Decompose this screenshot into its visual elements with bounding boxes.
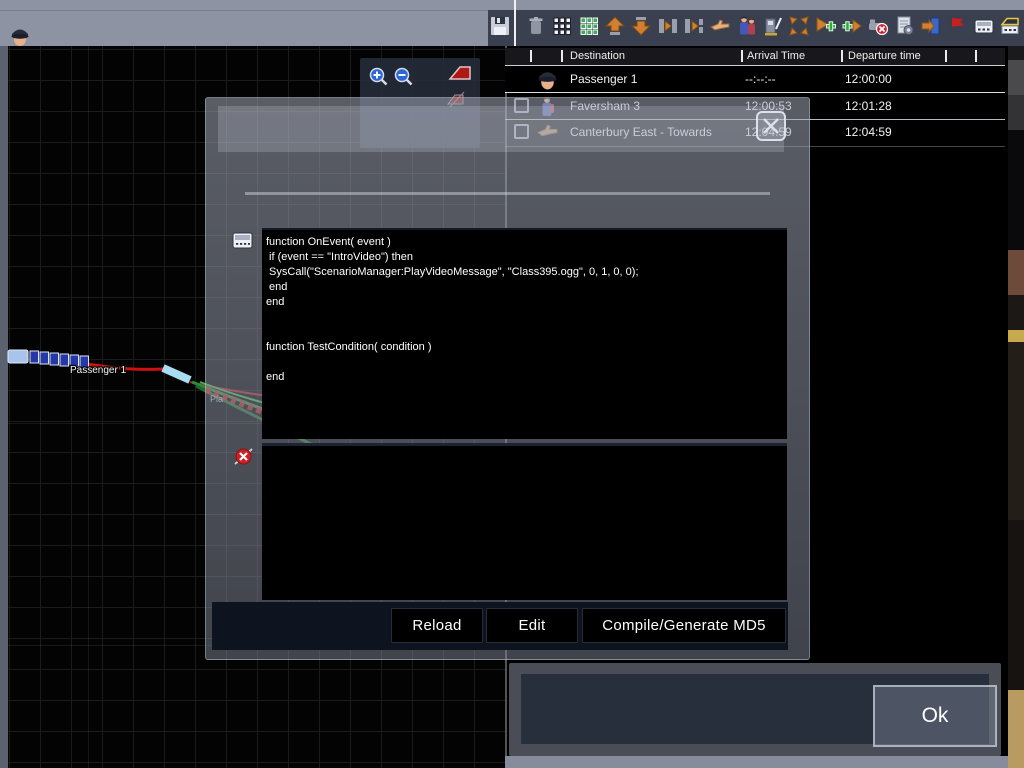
world-view-sliver — [1008, 690, 1024, 768]
lower-terrain-icon[interactable] — [630, 15, 652, 37]
driver-head-icon — [536, 66, 559, 92]
dialog-header-band — [218, 106, 784, 152]
center-view-icon[interactable] — [788, 15, 810, 37]
row-separator — [505, 92, 1005, 93]
row2-departure[interactable]: 12:01:28 — [845, 99, 892, 113]
driver-head-icon — [9, 24, 31, 48]
gradient-marker-icon[interactable] — [448, 62, 470, 84]
drive-add-icon[interactable] — [815, 15, 837, 37]
script-code-area[interactable]: function OnEvent( event ) if (event == "… — [262, 228, 787, 439]
col-arrival[interactable]: Arrival Time — [747, 50, 805, 62]
script-output-area[interactable] — [262, 443, 787, 600]
world-view-sliver — [1008, 95, 1024, 130]
world-view-sliver — [1008, 46, 1024, 60]
close-icon[interactable] — [756, 111, 786, 141]
script-gear-icon[interactable] — [894, 15, 916, 37]
grid-green-icon[interactable] — [578, 15, 600, 37]
marker-panel-icon[interactable] — [973, 15, 995, 37]
portal-arrow-icon[interactable] — [920, 15, 942, 37]
world-view-sliver — [1008, 330, 1024, 342]
grid-white-icon[interactable] — [551, 15, 573, 37]
flag-icon[interactable] — [946, 15, 968, 37]
edit-button[interactable]: Edit — [486, 608, 578, 643]
world-view-sliver — [1008, 130, 1024, 250]
bottom-strip — [505, 756, 1008, 768]
world-view-sliver — [1008, 60, 1024, 95]
world-view-sliver — [1008, 250, 1024, 295]
hand-pointer-icon[interactable] — [709, 15, 731, 37]
passengers-icon[interactable] — [736, 15, 758, 37]
toolbar-divider — [514, 0, 516, 46]
extract-icon[interactable] — [683, 15, 705, 37]
col-destination[interactable]: Destination — [570, 50, 625, 62]
row1-arrival[interactable]: --:--:-- — [745, 72, 776, 86]
header-tick — [975, 50, 977, 62]
save-icon[interactable] — [489, 15, 511, 37]
editor-window: Passenger 1 ▼ — [0, 0, 1024, 768]
row3-departure[interactable]: 12:04:59 — [845, 125, 892, 139]
train-label: Passenger 1 — [70, 365, 127, 376]
compile-error-icon — [233, 446, 254, 467]
raise-terrain-icon[interactable] — [604, 15, 626, 37]
world-view-sliver — [1008, 520, 1024, 690]
header-tick — [561, 50, 563, 62]
delete-icon[interactable] — [525, 15, 547, 37]
header-tick — [530, 50, 532, 62]
compile-generate-md5-button[interactable]: Compile/Generate MD5 — [582, 608, 786, 643]
row1-departure[interactable]: 12:00:00 — [845, 72, 892, 86]
header-tick — [741, 50, 743, 62]
fuel-point-icon[interactable] — [762, 15, 784, 37]
zoom-out-icon[interactable] — [393, 66, 415, 88]
insert-icon[interactable] — [657, 15, 679, 37]
dialog-separator-line — [245, 192, 770, 195]
zoom-in-icon[interactable] — [368, 66, 390, 88]
world-view-sliver — [1008, 295, 1024, 330]
train-lead-car[interactable] — [8, 350, 28, 363]
add-service-icon[interactable] — [841, 15, 863, 37]
header-tick — [945, 50, 947, 62]
header-tick — [841, 50, 843, 62]
ok-button[interactable]: Ok — [873, 685, 997, 747]
station-marker-icon[interactable] — [999, 15, 1021, 37]
world-view-sliver — [1008, 342, 1024, 520]
col-departure[interactable]: Departure time — [848, 50, 921, 62]
reload-button[interactable]: Reload — [391, 608, 483, 643]
remove-train-icon[interactable] — [867, 15, 889, 37]
row1-destination[interactable]: Passenger 1 — [570, 72, 637, 86]
script-panel-icon — [232, 232, 253, 249]
